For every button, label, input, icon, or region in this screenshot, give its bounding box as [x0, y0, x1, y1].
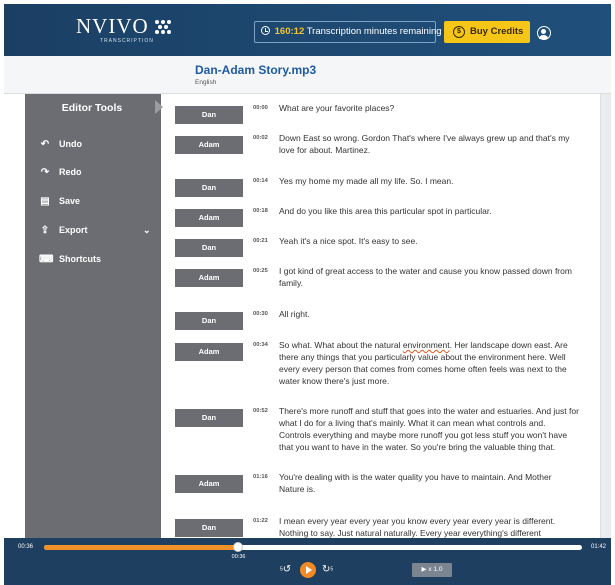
transcript-text[interactable]: Yeah it's a nice spot. It's easy to see.	[279, 235, 579, 247]
save-label: Save	[59, 196, 81, 206]
save-button[interactable]: ▤ Save	[39, 194, 80, 208]
playback-speed-button[interactable]: ▶ x 1.0	[412, 563, 452, 577]
undo-icon: ↶	[40, 139, 50, 150]
timestamp[interactable]: 00:52	[253, 408, 268, 414]
user-account-icon[interactable]	[537, 26, 551, 40]
logo-dots-icon	[155, 19, 173, 34]
timestamp[interactable]: 01:16	[253, 474, 268, 480]
file-header: Dan-Adam Story.mp3 English	[4, 56, 611, 94]
export-icon: ⇪	[40, 225, 50, 236]
speaker-tag[interactable]: Dan	[175, 179, 243, 197]
transcript-scrollbar[interactable]	[600, 94, 611, 540]
speaker-tag[interactable]: Dan	[175, 409, 243, 427]
transcript-text[interactable]: There's more runoff and stuff that goes …	[279, 405, 579, 453]
speed-icon: ▶	[421, 566, 427, 573]
timestamp[interactable]: 00:00	[253, 105, 268, 111]
shortcuts-button[interactable]: ⌨ Shortcuts	[39, 252, 101, 266]
rewind-icon: ↺	[282, 564, 292, 575]
minutes-value: 160:12	[274, 26, 305, 37]
text-segment: So what. What about the natural	[279, 340, 403, 350]
buy-credits-button[interactable]: $ Buy Credits	[444, 21, 530, 43]
audio-player: 00:36 00:36 01:42 5↺ ↻5 ▶ x 1.0	[4, 538, 611, 585]
transcript-text[interactable]: Yes my home my made all my life. So. I m…	[279, 175, 579, 187]
progress-bar[interactable]	[44, 542, 582, 552]
keyboard-icon: ⌨	[39, 254, 54, 265]
file-name: Dan-Adam Story.mp3	[195, 63, 317, 77]
export-button[interactable]: ⇪ Export ⌄	[39, 223, 153, 237]
file-language: English	[195, 79, 217, 86]
transcript-text[interactable]: Down East so wrong. Gordon That's where …	[279, 132, 579, 156]
timestamp[interactable]: 00:02	[253, 135, 268, 141]
end-time: 01:42	[591, 544, 607, 550]
shortcuts-label: Shortcuts	[59, 254, 102, 264]
speed-label: x 1.0	[428, 566, 443, 573]
play-button[interactable]	[300, 562, 316, 578]
speaker-tag[interactable]: Adam	[175, 475, 243, 493]
minutes-remaining-badge: 160:12 Transcription minutes remaining	[254, 21, 442, 43]
speaker-tag[interactable]: Dan	[175, 239, 243, 257]
transcript-text[interactable]: So what. What about the natural environm…	[279, 339, 579, 387]
current-time: 00:36	[18, 544, 34, 550]
logo-text: NVIVO	[76, 14, 149, 38]
transcript-text[interactable]: You're dealing with is the water quality…	[279, 471, 579, 495]
rewind-button[interactable]: 5↺	[280, 564, 291, 575]
redo-label: Redo	[59, 167, 82, 177]
spelling-flag[interactable]: environment	[403, 340, 450, 350]
transcript-text[interactable]: I mean every year every year you know ev…	[279, 515, 579, 539]
timestamp[interactable]: 00:25	[253, 268, 268, 274]
timestamp[interactable]: 00:21	[253, 238, 268, 244]
knob-time: 00:36	[231, 554, 246, 560]
timestamp[interactable]: 00:18	[253, 208, 268, 214]
top-bar: NVIVO TRANSCRIPTION 160:12 Transcription…	[4, 4, 611, 56]
timestamp[interactable]: 00:30	[253, 311, 268, 317]
speaker-tag[interactable]: Adam	[175, 269, 243, 287]
speaker-tag[interactable]: Adam	[175, 209, 243, 227]
undo-button[interactable]: ↶ Undo	[39, 137, 82, 151]
redo-button[interactable]: ↷ Redo	[39, 165, 82, 179]
undo-label: Undo	[59, 139, 82, 149]
coin-icon: $	[453, 26, 465, 38]
nvivo-logo: NVIVO TRANSCRIPTION	[76, 14, 173, 44]
progress-fill	[44, 545, 238, 550]
save-icon: ▤	[40, 196, 50, 207]
minutes-label: Transcription minutes remaining	[306, 26, 442, 37]
speaker-tag[interactable]: Dan	[175, 519, 243, 537]
transcript-text[interactable]: I got kind of great access to the water …	[279, 265, 579, 289]
speaker-tag[interactable]: Dan	[175, 106, 243, 124]
buy-credits-label: Buy Credits	[470, 26, 524, 37]
timestamp[interactable]: 00:34	[253, 342, 268, 348]
chevron-down-icon: ⌄	[143, 225, 151, 235]
progress-knob[interactable]	[232, 542, 243, 552]
forward-seconds: 5	[330, 566, 334, 573]
clock-icon	[261, 26, 270, 35]
logo-subtitle: TRANSCRIPTION	[100, 38, 154, 44]
timestamp[interactable]: 00:14	[253, 178, 268, 184]
speaker-tag[interactable]: Dan	[175, 312, 243, 330]
redo-icon: ↷	[40, 167, 50, 178]
transcript-panel: Dan 00:00 What are your favorite places?…	[161, 94, 599, 540]
timestamp[interactable]: 01:22	[253, 518, 268, 524]
transcript-text[interactable]: All right.	[279, 308, 579, 320]
editor-tools-sidebar: Editor Tools ↶ Undo ↷ Redo ▤ Save ⇪ Export ⌄…	[25, 94, 161, 540]
speaker-tag[interactable]: Adam	[175, 136, 243, 154]
export-label: Export	[59, 225, 88, 235]
forward-button[interactable]: ↻5	[322, 564, 333, 575]
transcript-text[interactable]: And do you like this area this particula…	[279, 205, 579, 217]
transcript-text[interactable]: What are your favorite places?	[279, 102, 579, 114]
sidebar-title: Editor Tools	[61, 102, 123, 114]
speaker-tag[interactable]: Adam	[175, 343, 243, 361]
